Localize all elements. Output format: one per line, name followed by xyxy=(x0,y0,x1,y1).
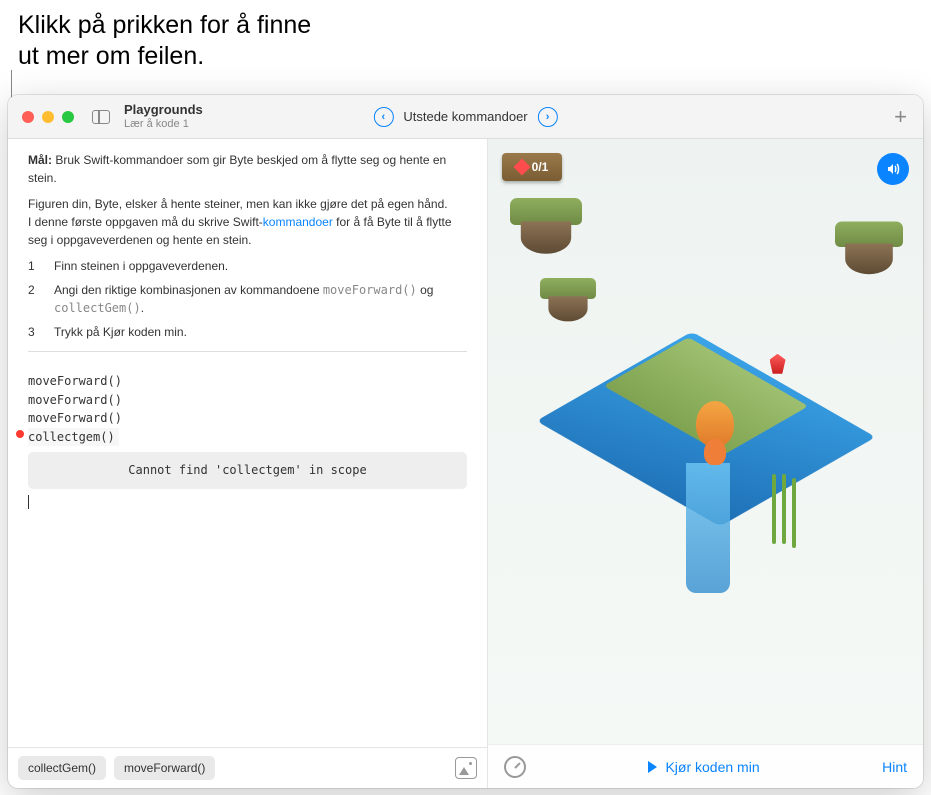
window-controls xyxy=(22,111,74,123)
game-world[interactable]: 0/1 xyxy=(488,139,923,744)
byte-character xyxy=(693,401,737,461)
intro-line-2a: I denne første oppgaven må du skrive Swi… xyxy=(28,215,263,229)
code-line[interactable]: moveForward() xyxy=(28,409,467,428)
editor-pane: Mål: Bruk Swift-kommandoer som gir Byte … xyxy=(8,139,488,788)
run-label: Kjør koden min xyxy=(665,759,759,775)
page-title[interactable]: Utstede kommandoer xyxy=(403,109,527,124)
hint-button[interactable]: Hint xyxy=(882,759,907,775)
add-button[interactable]: + xyxy=(894,104,907,130)
code-line-error[interactable]: collectgem() xyxy=(28,428,467,447)
speed-icon[interactable] xyxy=(504,756,526,778)
close-button[interactable] xyxy=(22,111,34,123)
image-picker-icon[interactable] xyxy=(455,757,477,779)
step-3: 3 Trykk på Kjør koden min. xyxy=(28,323,467,341)
step-1: 1 Finn steinen i oppgaveverdenen. xyxy=(28,257,467,275)
title-group: Playgrounds Lær å kode 1 xyxy=(124,103,203,131)
score-badge: 0/1 xyxy=(502,153,562,181)
score-value: 0/1 xyxy=(532,160,549,174)
divider xyxy=(28,351,467,352)
sidebar-toggle-icon[interactable] xyxy=(92,110,110,124)
minimize-button[interactable] xyxy=(42,111,54,123)
gem-icon xyxy=(513,159,530,176)
suggestion-chip[interactable]: collectGem() xyxy=(18,756,106,780)
run-toolbar: Kjør koden min Hint xyxy=(488,744,923,788)
content-area: Mål: Bruk Swift-kommandoer som gir Byte … xyxy=(8,139,923,788)
app-window: Playgrounds Lær å kode 1 ‹ Utstede komma… xyxy=(8,95,923,788)
live-view-pane: 0/1 xyxy=(488,139,923,788)
app-title: Playgrounds xyxy=(124,103,203,118)
intro-line-1: Figuren din, Byte, elsker å hente steine… xyxy=(28,197,448,211)
waterfall xyxy=(686,463,730,593)
glossary-link[interactable]: kommandoer xyxy=(263,215,333,229)
app-subtitle: Lær å kode 1 xyxy=(124,118,203,131)
floating-island xyxy=(835,222,903,273)
error-banner[interactable]: Cannot find 'collectgem' in scope xyxy=(28,452,467,489)
step-2: 2 Angi den riktige kombinasjonen av komm… xyxy=(28,281,467,317)
page-nav: ‹ Utstede kommandoer › xyxy=(373,107,557,127)
steps-list: 1 Finn steinen i oppgaveverdenen. 2 Angi… xyxy=(28,257,467,341)
text-cursor xyxy=(28,495,467,509)
run-code-button[interactable]: Kjør koden min xyxy=(648,759,759,775)
code-editor[interactable]: moveForward() moveForward() moveForward(… xyxy=(8,362,487,519)
suggestions-bar: collectGem() moveForward() xyxy=(8,747,487,788)
callout-annotation: Klikk på prikken for å finne ut mer om f… xyxy=(18,10,311,73)
speaker-icon xyxy=(885,161,901,177)
main-island xyxy=(546,289,866,569)
floating-island xyxy=(510,198,582,252)
titlebar: Playgrounds Lær å kode 1 ‹ Utstede komma… xyxy=(8,95,923,139)
vines xyxy=(772,474,776,544)
play-icon xyxy=(648,761,657,773)
goal-text: Bruk Swift-kommandoer som gir Byte beskj… xyxy=(28,153,446,185)
code-line[interactable]: moveForward() xyxy=(28,391,467,410)
suggestion-chip[interactable]: moveForward() xyxy=(114,756,215,780)
next-page-button[interactable]: › xyxy=(538,107,558,127)
instructions: Mål: Bruk Swift-kommandoer som gir Byte … xyxy=(8,139,487,362)
maximize-button[interactable] xyxy=(62,111,74,123)
gem xyxy=(770,354,786,374)
prev-page-button[interactable]: ‹ xyxy=(373,107,393,127)
error-dot-icon[interactable] xyxy=(16,430,24,438)
sound-toggle-button[interactable] xyxy=(877,153,909,185)
code-line[interactable]: moveForward() xyxy=(28,372,467,391)
goal-label: Mål: xyxy=(28,153,52,167)
